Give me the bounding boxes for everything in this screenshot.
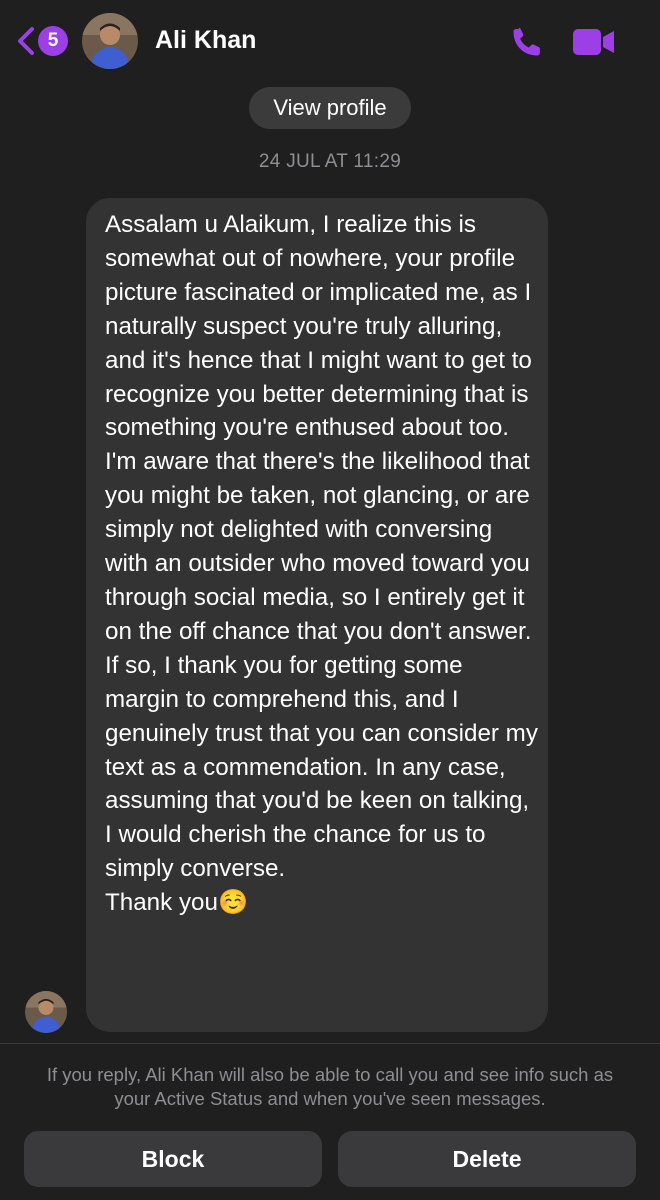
video-camera-icon [571, 29, 617, 62]
phone-icon [508, 27, 546, 64]
unread-count-badge: 5 [38, 26, 68, 56]
video-call-button[interactable] [571, 26, 617, 58]
delete-button[interactable]: Delete [338, 1131, 636, 1187]
back-button[interactable]: 5 [16, 22, 72, 60]
conversation-header: 5 Ali Khan [0, 0, 660, 84]
footer-divider [0, 1043, 660, 1044]
contact-avatar[interactable] [82, 13, 138, 69]
contact-name[interactable]: Ali Khan [155, 26, 256, 55]
chevron-left-icon [16, 26, 36, 56]
sender-avatar[interactable] [25, 991, 67, 1033]
message-bubble[interactable]: Assalam u Alaikum, I realize this is som… [86, 198, 548, 1032]
call-button[interactable] [508, 24, 546, 60]
view-profile-button[interactable]: View profile [249, 87, 411, 129]
block-button[interactable]: Block [24, 1131, 322, 1187]
message-timestamp: 24 JUL AT 11:29 [258, 151, 402, 172]
reply-notice: If you reply, Ali Khan will also be able… [46, 1064, 614, 1109]
